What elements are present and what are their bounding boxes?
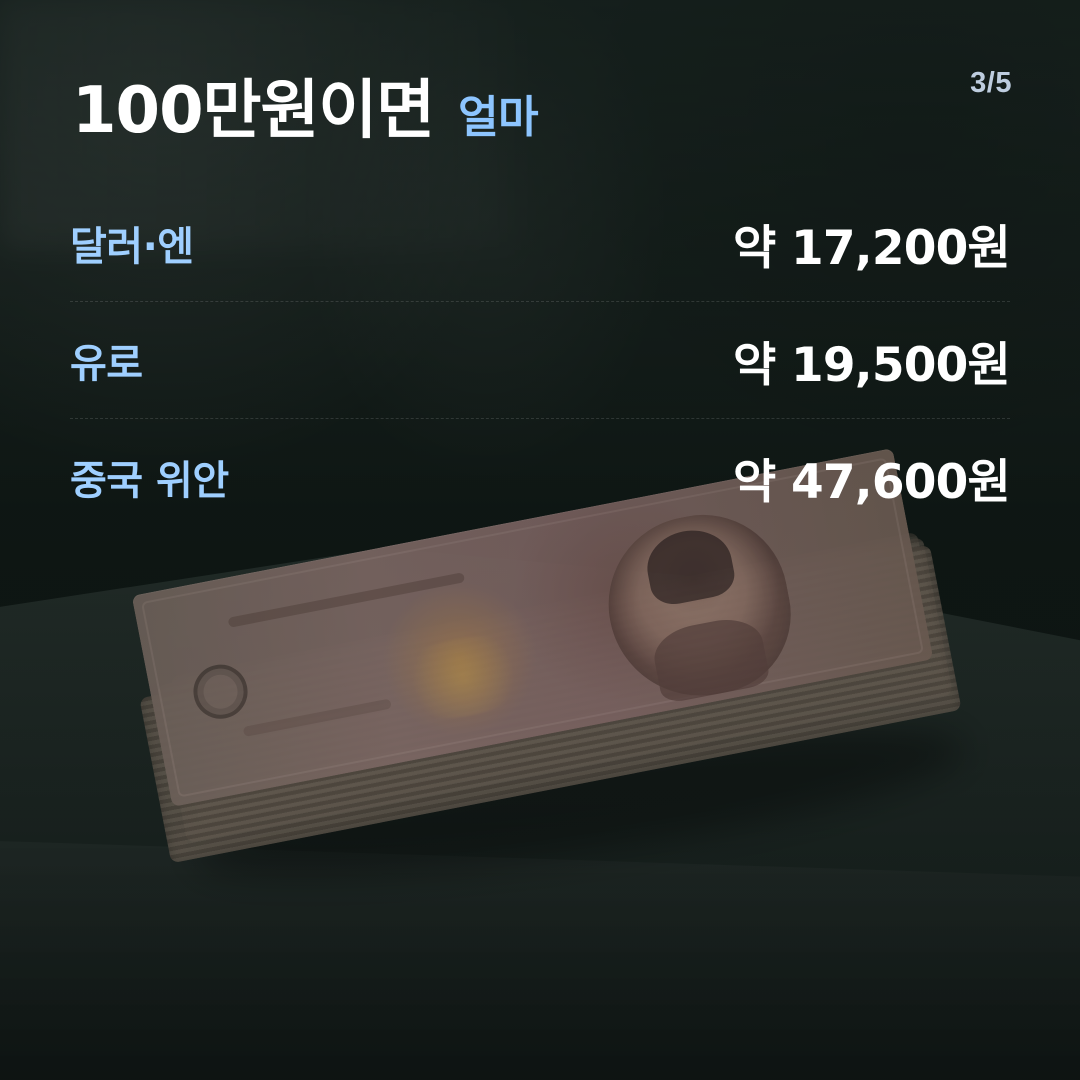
rate-label: 달러·엔	[70, 224, 194, 270]
rate-label: 유로	[70, 341, 143, 387]
headline-accent: 얼마	[458, 92, 539, 143]
rate-row-usd-jpy: 달러·엔 약 17,200원	[70, 185, 1011, 301]
rate-label: 중국 위안	[70, 458, 229, 504]
rates-list: 달러·엔 약 17,200원 유로 약 19,500원 중국 위안 약 47,6…	[70, 185, 1011, 535]
page-indicator: 3/5	[970, 67, 1012, 99]
rate-value: 약 47,600원	[732, 454, 1011, 510]
rate-value: 약 19,500원	[732, 337, 1011, 393]
headline-main: 100만원이면	[72, 74, 435, 148]
rate-value: 약 17,200원	[732, 220, 1011, 276]
card-content: 3/5 100만원이면 얼마 달러·엔 약 17,200원 유로 약 19,50…	[0, 0, 1080, 1080]
exchange-card: 3/5 100만원이면 얼마 달러·엔 약 17,200원 유로 약 19,50…	[0, 0, 1080, 1080]
rate-row-eur: 유로 약 19,500원	[70, 301, 1011, 418]
rate-row-cny: 중국 위안 약 47,600원	[70, 418, 1011, 535]
headline: 100만원이면 얼마	[72, 74, 539, 148]
